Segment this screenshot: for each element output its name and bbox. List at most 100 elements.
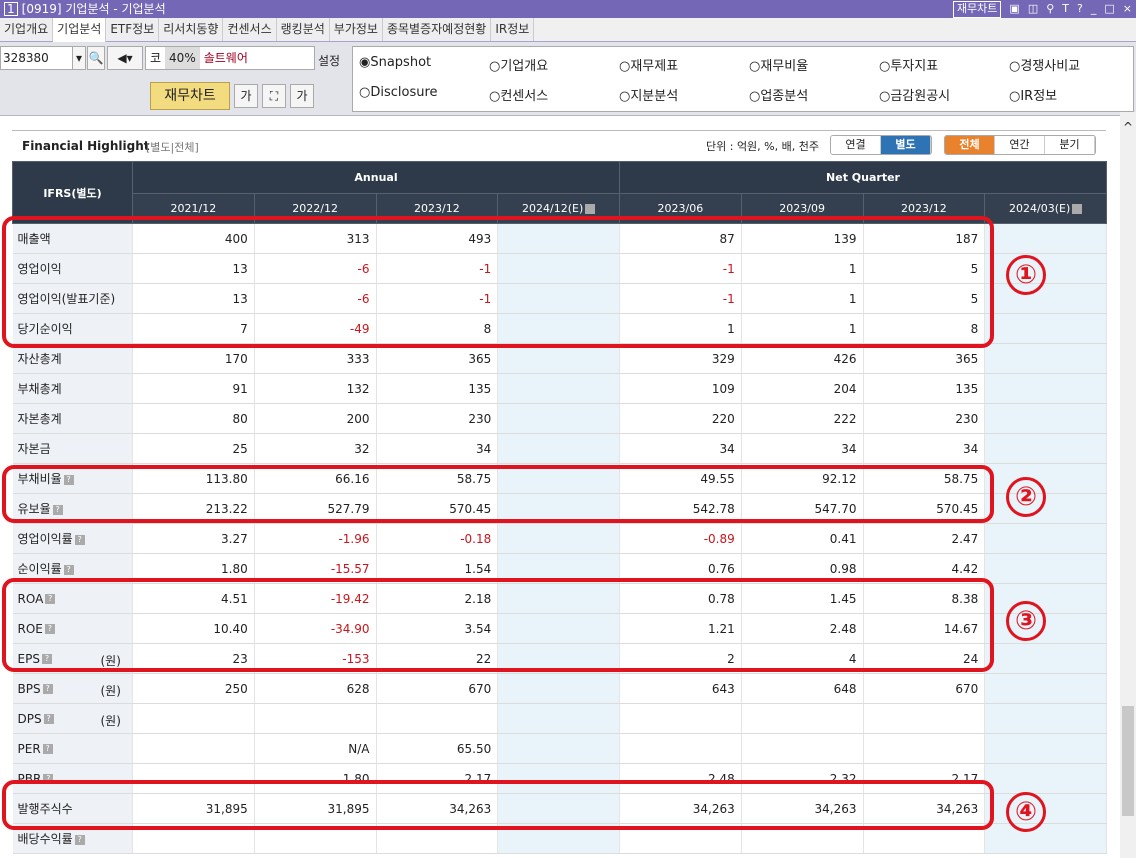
- maximize-icon[interactable]: □: [1104, 0, 1114, 18]
- radio-option[interactable]: ○IR정보: [1009, 85, 1057, 104]
- tab-7[interactable]: 종목별증자예정현황: [382, 18, 492, 41]
- table-cell: 135: [863, 373, 986, 404]
- speaker-icon[interactable]: ◀▾: [107, 46, 143, 70]
- all-button[interactable]: 전체: [945, 136, 995, 154]
- tab-1[interactable]: 기업분석: [53, 18, 107, 42]
- radio-option[interactable]: ○금감원공시: [879, 85, 950, 104]
- table-cell: [984, 823, 1108, 854]
- tab-2[interactable]: ETF정보: [106, 18, 160, 41]
- vertical-scrollbar[interactable]: ^: [1120, 112, 1136, 858]
- pin-icon[interactable]: ⚲: [1046, 0, 1054, 18]
- scroll-thumb[interactable]: [1122, 706, 1134, 816]
- table-row: 자본총계 80 200 230 220 222 230: [12, 403, 1108, 434]
- tab-6[interactable]: 부가정보: [329, 18, 383, 41]
- help-icon[interactable]: ?: [42, 744, 53, 754]
- radio-option[interactable]: ○기업개요: [489, 55, 548, 74]
- annual-button[interactable]: 연간: [995, 136, 1045, 154]
- radio-option[interactable]: ○지분분석: [619, 85, 678, 104]
- table-cell: [497, 373, 621, 404]
- close-icon[interactable]: ×: [1123, 0, 1132, 18]
- minimize-icon[interactable]: _: [1091, 0, 1097, 18]
- fin-chart-title-button[interactable]: 재무차트: [952, 1, 1002, 18]
- row-label: PER?: [12, 733, 133, 764]
- help-icon[interactable]: ?: [43, 714, 54, 724]
- window-title: [0919] 기업분석 - 기업분석: [21, 2, 166, 16]
- tab-8[interactable]: IR정보: [491, 18, 535, 41]
- table-cell: -1.96: [254, 523, 377, 554]
- tab-5[interactable]: 랭킹분석: [276, 18, 330, 41]
- annotation-number-2: ②: [1006, 477, 1046, 517]
- scroll-up-icon[interactable]: ^: [1120, 120, 1136, 134]
- table-cell: [863, 703, 986, 734]
- row-label-text: 자본금: [17, 442, 51, 456]
- radio-option[interactable]: ○Disclosure: [359, 85, 438, 100]
- radio-option[interactable]: ○업종분석: [749, 85, 808, 104]
- table-cell: [619, 733, 742, 764]
- font-icon[interactable]: T: [1062, 0, 1069, 18]
- font-increase-icon[interactable]: 가: [290, 84, 314, 108]
- table-cell: 333: [254, 343, 377, 374]
- help-icon[interactable]: ?: [74, 834, 85, 845]
- tab-4[interactable]: 컨센서스: [223, 18, 277, 41]
- column-header-label: 2024/03(E): [1009, 202, 1071, 215]
- table-cell: 91: [132, 373, 255, 404]
- radio-unchecked-icon: ○: [749, 89, 761, 104]
- table-cell: 670: [376, 673, 499, 704]
- panel-title: Financial Highlight: [22, 139, 150, 153]
- table-cell: [984, 733, 1108, 764]
- quarter-button[interactable]: 분기: [1045, 136, 1095, 154]
- table-cell: [497, 343, 621, 374]
- table-cell: [984, 343, 1108, 374]
- help-icon[interactable]: ?: [1077, 0, 1083, 18]
- radio-option[interactable]: ○컨센서스: [489, 85, 548, 104]
- table-cell: [984, 313, 1108, 344]
- radio-option[interactable]: ○경쟁사비교: [1009, 55, 1080, 74]
- table-cell: 220: [619, 403, 742, 434]
- radio-unchecked-icon: ○: [489, 89, 501, 104]
- consolidated-button[interactable]: 연결: [831, 136, 881, 154]
- table-cell: N/A: [254, 733, 377, 764]
- fit-screen-icon[interactable]: ⛶: [262, 84, 286, 108]
- setting-button[interactable]: 설정: [318, 52, 340, 69]
- table-row: PER? N/A 65.50: [12, 733, 1108, 764]
- restore-icon[interactable]: ◫: [1028, 0, 1038, 18]
- window-number: 1: [4, 2, 18, 16]
- search-icon[interactable]: 🔍: [87, 46, 105, 70]
- table-cell: 170: [132, 343, 255, 374]
- radio-option[interactable]: ○투자지표: [879, 55, 938, 74]
- radio-label: 경쟁사비교: [1020, 59, 1081, 74]
- table-cell: 628: [254, 673, 377, 704]
- radio-label: 업종분석: [760, 89, 809, 104]
- row-label-text: 배당수익률: [17, 832, 73, 846]
- help-icon[interactable]: [585, 204, 596, 214]
- fin-chart-button[interactable]: 재무차트: [150, 82, 230, 110]
- tab-3[interactable]: 리서치동향: [159, 18, 224, 41]
- help-icon[interactable]: ?: [63, 564, 74, 575]
- tab-bar: 기업개요 기업분석 ETF정보 리서치동향 컨센서스 랭킹분석 부가정보 종목별증자예정현황 I…: [0, 18, 1136, 42]
- radio-option[interactable]: ◉Snapshot: [359, 55, 431, 70]
- help-icon[interactable]: ?: [74, 534, 85, 545]
- row-label-text: 자본총계: [17, 412, 62, 426]
- table-cell: [741, 703, 864, 734]
- chart-icon[interactable]: ▣: [1009, 0, 1019, 18]
- quarter-header: Net Quarter: [619, 161, 1108, 194]
- radio-option[interactable]: ○재무제표: [619, 55, 678, 74]
- separate-button[interactable]: 별도: [881, 136, 931, 154]
- table-cell: [984, 553, 1108, 584]
- row-label: 영업이익률?: [12, 523, 133, 554]
- radio-label: 금감원공시: [890, 89, 951, 104]
- radio-option[interactable]: ○재무비율: [749, 55, 808, 74]
- tab-0[interactable]: 기업개요: [0, 18, 54, 41]
- radio-unchecked-icon: ○: [359, 85, 371, 100]
- radio-unchecked-icon: ○: [879, 89, 891, 104]
- ifrs-header: IFRS(별도): [12, 161, 133, 224]
- annotation-number-1: ①: [1006, 255, 1046, 295]
- radio-label: 컨센서스: [500, 89, 549, 104]
- table-cell: -0.18: [376, 523, 499, 554]
- help-icon[interactable]: ?: [42, 684, 53, 694]
- table-cell: [497, 703, 621, 734]
- table-cell: 365: [376, 343, 499, 374]
- font-decrease-icon[interactable]: 가: [234, 84, 258, 108]
- help-icon[interactable]: [1072, 204, 1083, 214]
- dropdown-icon[interactable]: ▾: [72, 46, 86, 70]
